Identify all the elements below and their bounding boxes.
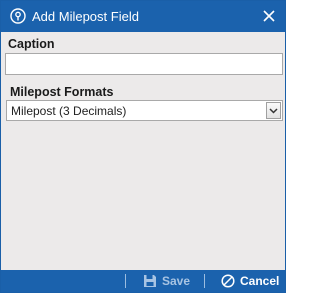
milepost-icon: [10, 8, 26, 24]
chevron-down-icon: [269, 108, 278, 114]
footer-separator: [125, 274, 126, 288]
cancel-label: Cancel: [240, 274, 280, 288]
caption-label: Caption: [8, 37, 55, 51]
save-icon: [144, 275, 156, 287]
close-icon[interactable]: [259, 6, 279, 26]
caption-input[interactable]: [5, 53, 283, 75]
milepost-formats-label: Milepost Formats: [10, 85, 114, 99]
dropdown-button[interactable]: [266, 102, 281, 119]
cancel-button[interactable]: Cancel: [221, 273, 283, 289]
selected-format: Milepost (3 Decimals): [11, 104, 127, 118]
footer-separator: [204, 274, 205, 288]
save-button[interactable]: Save: [143, 273, 193, 289]
add-milepost-field-dialog: Add Milepost Field Caption Milepost Form…: [0, 0, 286, 293]
milepost-formats-select[interactable]: Milepost (3 Decimals): [6, 100, 283, 121]
cancel-icon: [221, 274, 235, 288]
dialog-footer: Save Cancel: [1, 270, 285, 292]
save-label: Save: [162, 274, 191, 288]
dialog-title: Add Milepost Field: [32, 9, 139, 24]
title-bar: Add Milepost Field: [1, 1, 285, 32]
